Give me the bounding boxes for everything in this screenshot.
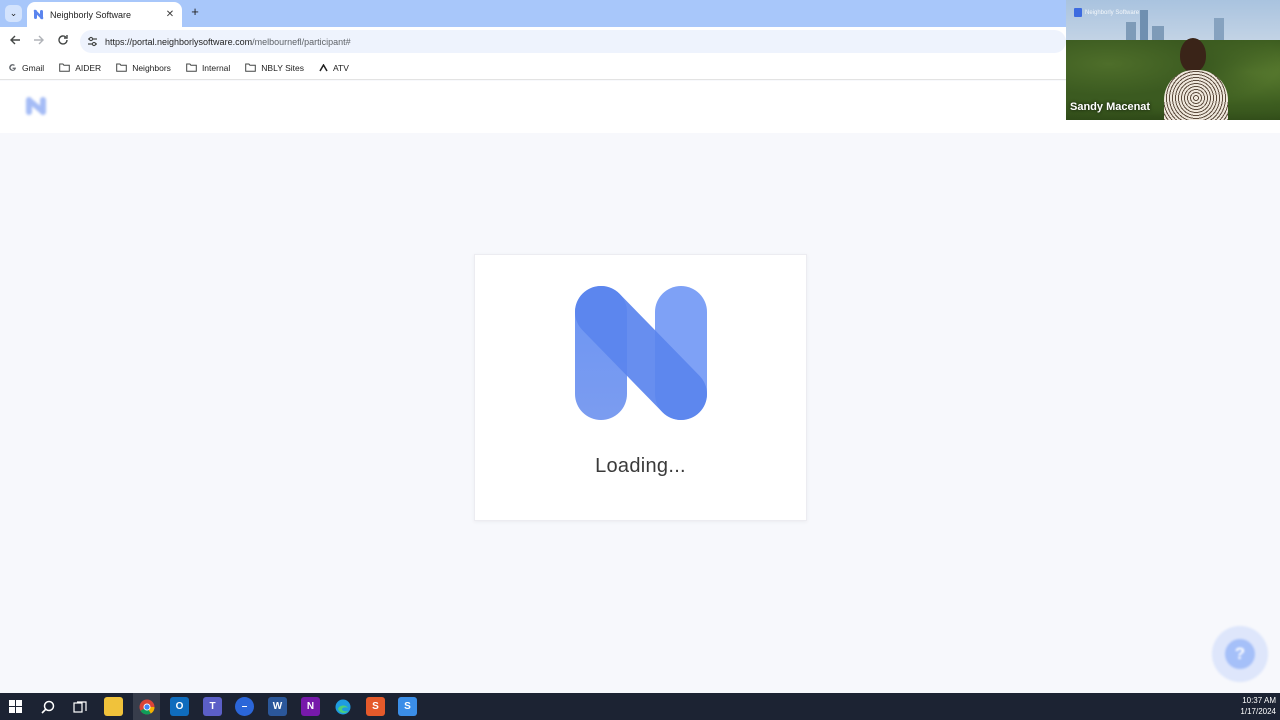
folder-icon [59,63,71,72]
snagit-icon[interactable]: S [366,697,385,716]
neighborly-watermark-icon [1074,8,1082,17]
clock-date: 1/17/2024 [1240,707,1276,716]
forward-button[interactable] [32,34,46,48]
loading-card: Loading... [474,254,807,521]
task-view-icon[interactable] [70,697,89,716]
clock-time: 10:37 AM [1242,696,1276,705]
edge-icon[interactable] [333,697,352,716]
loading-message: Loading... [595,455,686,477]
back-button[interactable] [8,34,22,48]
url-host: https://portal.neighborlysoftware.com [105,36,253,47]
bookmark-aider[interactable]: AIDER [59,63,101,73]
new-tab-button[interactable]: + [188,5,202,19]
tab-title: Neighborly Software [50,9,132,20]
neighborly-favicon-icon [33,9,44,20]
windows-taskbar: O T – W N S S 10:37 AM 1/17/2024 [0,693,1280,720]
folder-icon [245,63,257,72]
reload-icon [58,35,68,45]
bookmark-neighbors[interactable]: Neighbors [116,63,171,73]
system-clock[interactable]: 10:37 AM 1/17/2024 [1240,695,1276,717]
participant-head [1180,38,1206,72]
bookmark-internal[interactable]: Internal [186,63,230,73]
folder-icon [116,63,127,72]
teams-icon[interactable]: T [203,697,222,716]
address-bar[interactable]: https://portal.neighborlysoftware.com/me… [80,30,1066,53]
bookmark-nbly-sites[interactable]: NBLY Sites [245,63,304,73]
windows-start-icon[interactable] [6,697,25,716]
video-watermark: Neighborly Software [1074,8,1139,17]
onenote-icon[interactable]: N [301,697,320,716]
participant-body [1164,70,1228,120]
chevron-down-icon: ⌄ [9,8,18,18]
chrome-icon[interactable] [137,697,156,716]
folder-icon [186,63,197,72]
url-text: https://portal.neighborlysoftware.com/me… [105,37,351,47]
tab-close-icon[interactable]: ✕ [164,9,176,20]
bookmark-atv[interactable]: ATV [319,63,349,73]
reload-button[interactable] [56,34,70,48]
neighborly-n-logo-icon [573,286,709,422]
neighborly-logo-icon[interactable] [24,94,48,118]
file-explorer-icon[interactable] [104,697,123,716]
url-path: /melbournefl/participant# [252,36,351,47]
atv-icon [319,63,328,72]
arrow-left-icon [10,35,20,45]
arrow-right-icon [34,35,44,45]
video-call-overlay: Neighborly Software Sandy Macenat [1066,0,1280,120]
word-icon[interactable]: W [268,697,287,716]
app-icon[interactable]: – [235,697,254,716]
bookmark-gmail[interactable]: Gmail [8,63,44,73]
search-icon[interactable] [38,697,57,716]
app-s-icon[interactable]: S [398,697,417,716]
help-button[interactable]: ? [1212,626,1268,682]
browser-tab-active[interactable]: Neighborly Software ✕ [27,2,182,27]
tab-search-button[interactable]: ⌄ [5,5,22,22]
site-settings-icon[interactable] [86,35,99,48]
participant-name: Sandy Macenat [1070,101,1151,113]
question-icon: ? [1225,639,1255,669]
google-icon [8,63,17,72]
outlook-icon[interactable]: O [170,697,189,716]
